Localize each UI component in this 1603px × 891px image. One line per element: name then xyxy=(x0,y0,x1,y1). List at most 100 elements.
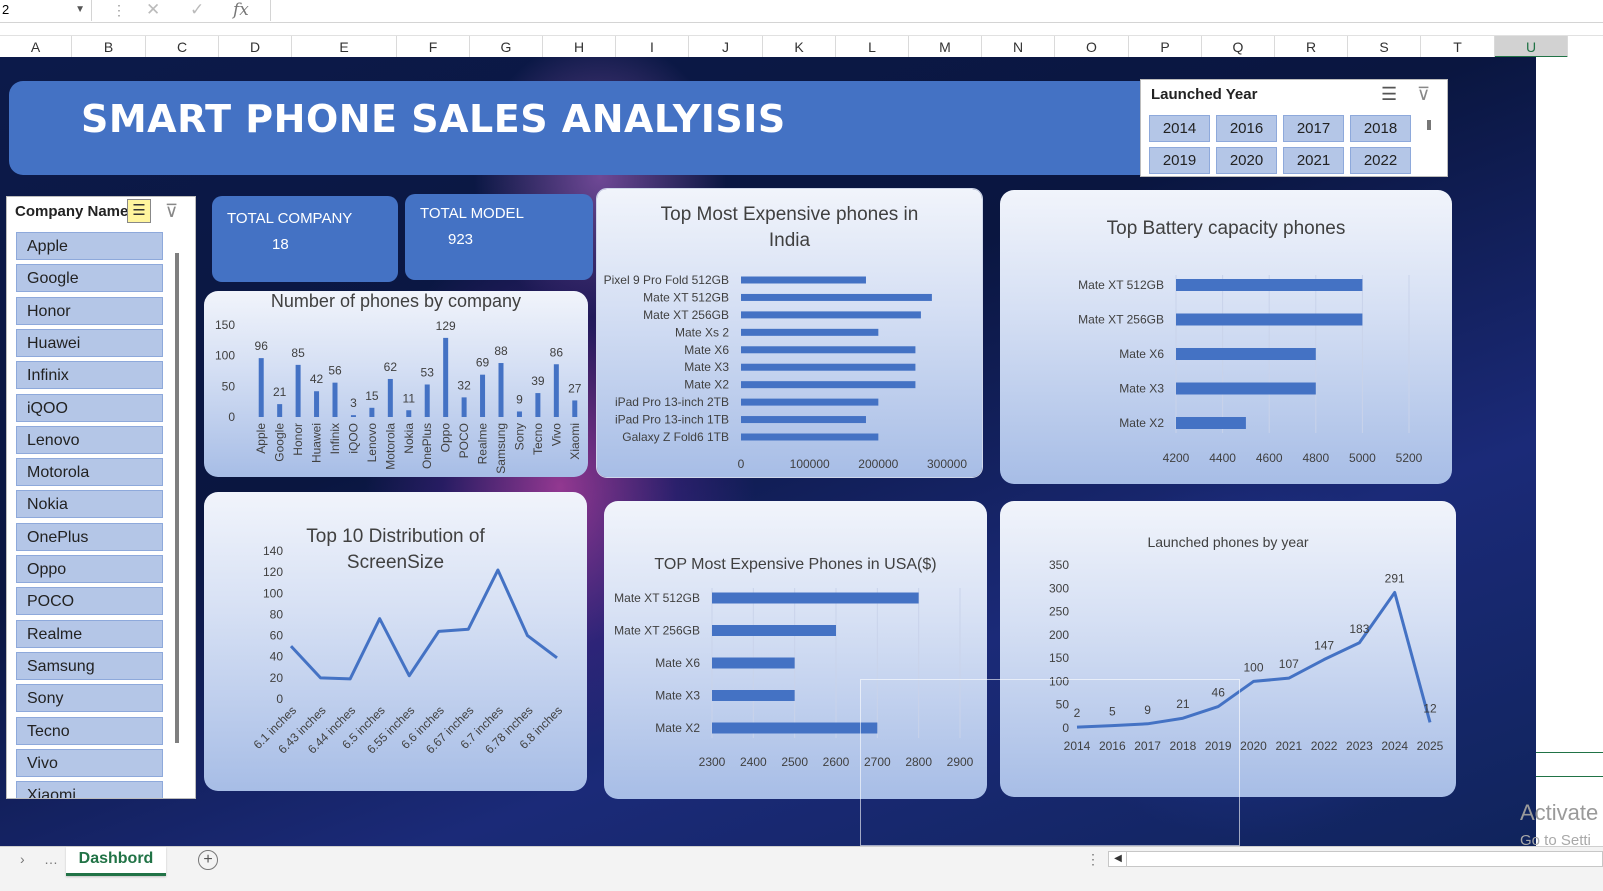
column-header-d[interactable]: D xyxy=(219,36,292,58)
data-label: 27 xyxy=(568,381,582,395)
column-header-i[interactable]: I xyxy=(616,36,689,58)
column-header-h[interactable]: H xyxy=(543,36,616,58)
company-slicer[interactable]: Company Name ☰ ⊽ Apple Google Honor Huawei I… xyxy=(6,196,196,799)
multi-select-icon[interactable]: ☰ xyxy=(127,199,151,223)
column-header-g[interactable]: G xyxy=(470,36,543,58)
year-button-2020[interactable]: 2020 xyxy=(1216,147,1277,174)
column-header-n[interactable]: N xyxy=(982,36,1055,58)
company-button-nokia[interactable]: Nokia xyxy=(16,490,163,519)
column-header-p[interactable]: P xyxy=(1129,36,1202,58)
column-header-r[interactable]: R xyxy=(1275,36,1348,58)
add-sheet-icon[interactable]: + xyxy=(198,850,218,870)
chart-battery[interactable]: Top Battery capacity phones 4200 4400 4600… xyxy=(1000,190,1452,484)
company-button-vivo[interactable]: Vivo xyxy=(16,748,163,777)
year-button-2017[interactable]: 2017 xyxy=(1283,115,1344,142)
formula-input[interactable] xyxy=(270,0,1603,21)
scroll-left-icon[interactable]: ◀ xyxy=(1110,852,1127,866)
column-header-c[interactable]: C xyxy=(146,36,219,58)
company-button-poco[interactable]: POCO xyxy=(16,587,163,616)
company-button-xiaomi[interactable]: Xiaomi xyxy=(16,781,163,798)
y-tick-label: 250 xyxy=(1049,605,1069,619)
cancel-icon[interactable]: ✕ xyxy=(146,0,160,20)
sheet-tab-dashboard[interactable]: Dashbord xyxy=(66,847,166,876)
bar xyxy=(1176,417,1246,429)
bar xyxy=(369,407,375,417)
y-tick-label: Galaxy Z Fold6 1TB xyxy=(622,430,729,444)
more-icon[interactable]: ⋮ xyxy=(112,2,126,19)
chart-screen-size[interactable]: Top 10 Distribution of ScreenSize 0 20 40 6… xyxy=(204,492,587,791)
y-tick-label: Mate X3 xyxy=(1119,382,1164,396)
bar xyxy=(498,363,504,417)
column-header-t[interactable]: T xyxy=(1421,36,1495,58)
year-button-2018[interactable]: 2018 xyxy=(1350,115,1411,142)
x-tick-label: Infinix xyxy=(328,423,342,454)
bar xyxy=(712,722,878,734)
column-header-q[interactable]: Q xyxy=(1202,36,1275,58)
company-button-honor[interactable]: Honor xyxy=(16,296,163,325)
column-header-row: ABCDEFGHIJKLMNOPQRSTU xyxy=(0,35,1603,59)
chevron-down-icon[interactable]: ▼ xyxy=(75,0,85,20)
kpi-value: 18 xyxy=(272,236,289,253)
year-button-2019[interactable]: 2019 xyxy=(1149,147,1210,174)
column-header-k[interactable]: K xyxy=(763,36,836,58)
function-icon[interactable]: fx xyxy=(233,0,249,20)
company-button-oppo[interactable]: Oppo xyxy=(16,555,163,583)
bar xyxy=(1176,313,1363,326)
x-tick-label: 2600 xyxy=(823,755,850,769)
data-label: 147 xyxy=(1314,639,1334,653)
y-tick-label: Mate X6 xyxy=(655,656,700,670)
data-label: 32 xyxy=(457,378,471,392)
name-box[interactable]: 2 ▼ xyxy=(0,0,92,21)
company-button-huawei[interactable]: Huawei xyxy=(16,328,163,357)
x-tick-label: Nokia xyxy=(402,423,416,454)
bar xyxy=(516,411,522,417)
column-header-s[interactable]: S xyxy=(1348,36,1421,58)
data-label: 129 xyxy=(436,319,456,333)
empty-cells[interactable] xyxy=(1536,57,1603,846)
horizontal-scrollbar[interactable]: ◀ xyxy=(1108,851,1603,867)
more-icon[interactable]: ⋮ xyxy=(1086,851,1100,868)
company-button-oneplus[interactable]: OnePlus xyxy=(16,522,163,551)
scrollbar-thumb[interactable] xyxy=(1127,854,1597,864)
year-button-2021[interactable]: 2021 xyxy=(1283,147,1344,174)
column-header-f[interactable]: F xyxy=(397,36,470,58)
series-line xyxy=(289,568,558,681)
multi-select-icon[interactable]: ☰ xyxy=(1381,84,1397,105)
company-button-lenovo[interactable]: Lenovo xyxy=(16,425,163,454)
company-button-google[interactable]: Google xyxy=(16,264,163,293)
column-header-e[interactable]: E xyxy=(292,36,397,58)
company-button-tecno[interactable]: Tecno xyxy=(16,716,163,745)
company-button-motorola[interactable]: Motorola xyxy=(16,458,163,487)
bar xyxy=(406,410,412,417)
year-button-2022[interactable]: 2022 xyxy=(1350,147,1411,174)
column-header-l[interactable]: L xyxy=(836,36,909,58)
company-button-sony[interactable]: Sony xyxy=(16,684,163,713)
column-header-u[interactable]: U xyxy=(1495,36,1568,58)
column-header-a[interactable]: A xyxy=(0,36,72,58)
company-button-infinix[interactable]: Infinix xyxy=(16,361,163,390)
column-header-j[interactable]: J xyxy=(689,36,763,58)
data-label: 88 xyxy=(494,344,508,358)
company-button-iqoo[interactable]: iQOO xyxy=(16,393,163,422)
chart-expensive-india[interactable]: Top Most Expensive phones in India 0 1000… xyxy=(596,188,983,478)
company-button-realme[interactable]: Realme xyxy=(16,619,163,648)
clear-filter-icon[interactable]: ⊽ xyxy=(165,201,178,222)
scroll-tabs-icon[interactable]: › xyxy=(20,851,25,867)
kpi-label: TOTAL COMPANY xyxy=(227,210,353,227)
year-slicer[interactable]: Launched Year ☰ ⊽ 2014 2016 2017 2018 2019 20… xyxy=(1140,79,1448,177)
year-button-2014[interactable]: 2014 xyxy=(1149,115,1210,142)
bar xyxy=(741,433,879,441)
year-button-2016[interactable]: 2016 xyxy=(1216,115,1277,142)
slicer-scrollbar[interactable] xyxy=(175,253,179,743)
clear-filter-icon[interactable]: ⊽ xyxy=(1417,84,1430,105)
column-header-o[interactable]: O xyxy=(1055,36,1129,58)
enter-icon[interactable]: ✓ xyxy=(190,0,204,20)
data-label: 62 xyxy=(384,360,398,374)
column-header-m[interactable]: M xyxy=(909,36,982,58)
column-header-b[interactable]: B xyxy=(72,36,146,58)
company-button-samsung[interactable]: Samsung xyxy=(16,651,163,680)
chart-phones-by-company[interactable]: Number of phones by company 0 50 100 150 96 A… xyxy=(204,291,588,477)
company-button-apple[interactable]: Apple xyxy=(16,232,163,260)
more-tabs-icon[interactable]: … xyxy=(44,851,58,867)
slicer-scrollbar[interactable] xyxy=(1427,120,1431,130)
